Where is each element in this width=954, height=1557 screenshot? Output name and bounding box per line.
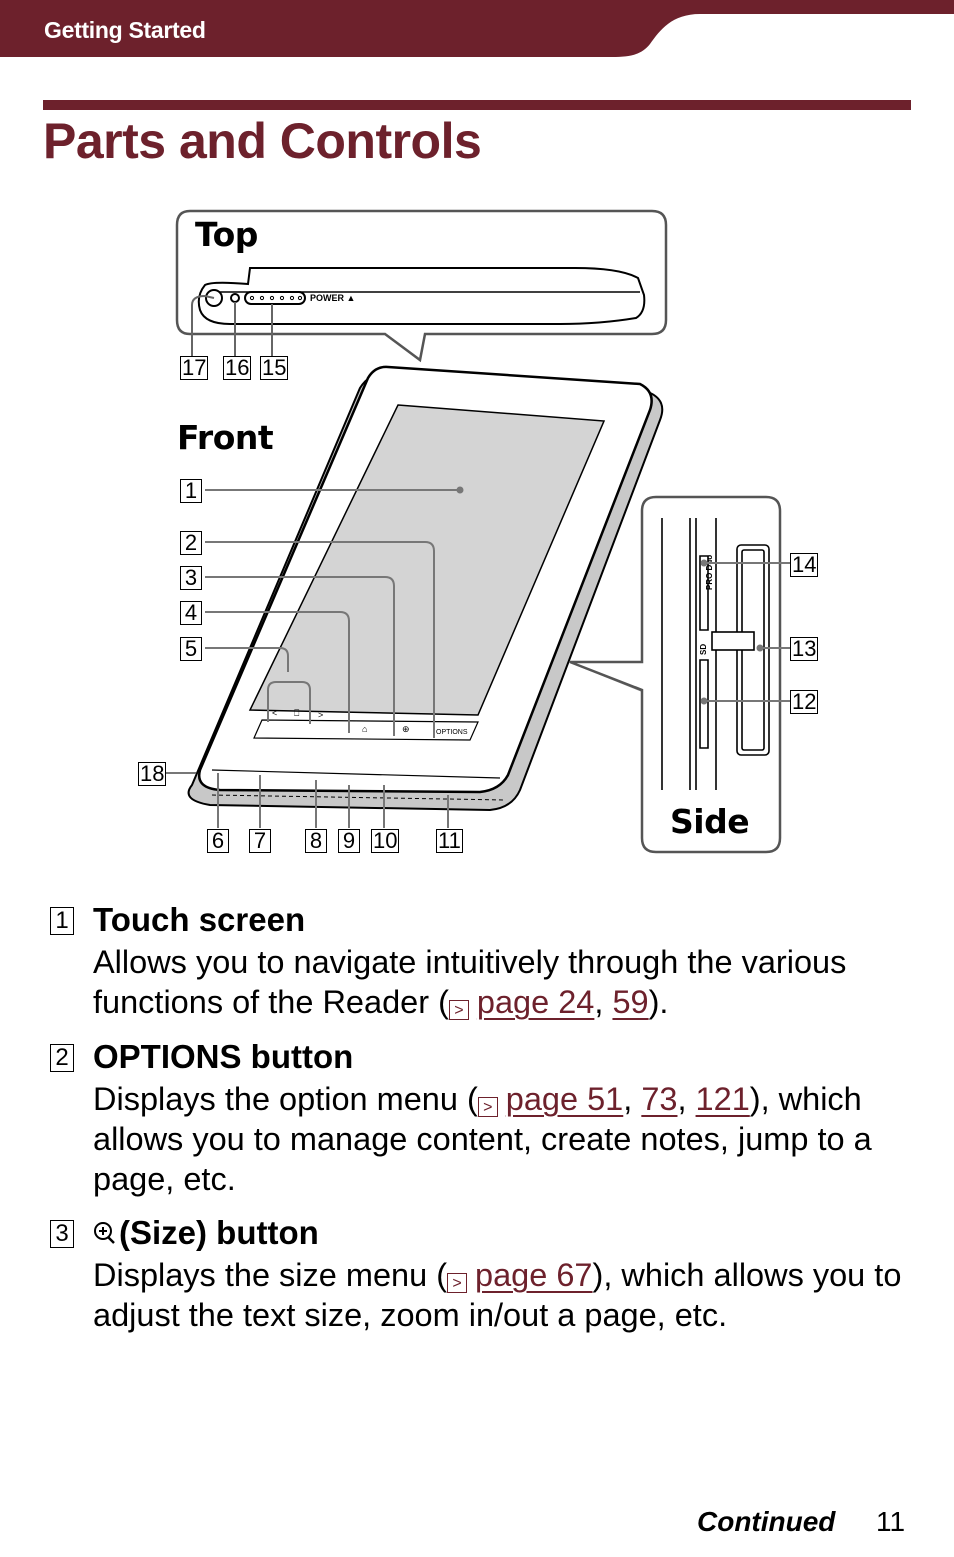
device-top-profile: [197, 267, 646, 325]
page-link[interactable]: 121: [696, 1081, 750, 1117]
callout-12: 12: [790, 689, 819, 714]
item-title: (Size) button: [93, 1214, 319, 1254]
callout-6: 6: [207, 829, 229, 853]
item-body-text: Displays the option menu (: [93, 1081, 478, 1117]
book-glyph: ⎕: [294, 708, 300, 718]
side-view-label: Side: [670, 802, 750, 841]
page-number: 11: [876, 1506, 906, 1537]
item-body: Displays the option menu (> page 51, 73, …: [93, 1081, 872, 1197]
page-link[interactable]: 59: [612, 984, 648, 1020]
item-number: 1: [50, 907, 74, 935]
item-body: Allows you to navigate intuitively throu…: [93, 944, 847, 1020]
item-number: 2: [50, 1044, 74, 1072]
pro-duo-marking: PRO Duo: [705, 555, 714, 590]
callout-13: 13: [790, 636, 819, 661]
callout-2: 2: [180, 531, 202, 555]
prev-page-glyph: <: [272, 708, 277, 718]
options-glyph: OPTIONS: [436, 729, 468, 736]
callout-8: 8: [305, 829, 327, 853]
callout-10: 10: [371, 828, 400, 853]
size-zoom-icon: [93, 1216, 119, 1254]
header-band: Getting Started: [0, 0, 954, 58]
sd-marking: SD: [699, 644, 708, 655]
callout-1: 1: [180, 479, 202, 503]
next-page-glyph: >: [318, 710, 323, 720]
power-marking: POWER ▲: [310, 293, 355, 303]
callout-16: 16: [223, 355, 252, 380]
callout-11: 11: [436, 828, 463, 853]
item-body-text: Allows you to navigate intuitively throu…: [93, 944, 847, 1020]
device-diagram: POWER ▲ < ⎕ > ⌂ ⊕ OPTIONS PRO Duo SD Top…: [0, 200, 954, 870]
item-number: 3: [50, 1220, 74, 1248]
home-glyph: ⌂: [362, 724, 367, 734]
size-glyph: ⊕: [402, 724, 410, 734]
callout-15: 15: [260, 355, 289, 380]
item-title-text: (Size) button: [119, 1214, 319, 1251]
item-body-text: ).: [648, 984, 669, 1020]
page-link[interactable]: 73: [641, 1081, 677, 1117]
callout-7: 7: [249, 829, 271, 853]
page-link[interactable]: page 24: [477, 984, 594, 1020]
callout-18: 18: [138, 761, 167, 786]
callout-9: 9: [338, 829, 360, 853]
front-view-label: Front: [177, 418, 274, 457]
callout-17: 17: [180, 355, 209, 380]
section-label: Getting Started: [44, 17, 206, 43]
page-ref-icon: >: [448, 1000, 469, 1020]
item-body: Displays the size menu (> page 67), which…: [93, 1255, 923, 1335]
callout-3: 3: [180, 566, 202, 590]
page-title: Parts and Controls: [43, 113, 482, 169]
page-link[interactable]: page 51: [506, 1081, 623, 1117]
page-link[interactable]: page 67: [475, 1257, 592, 1293]
callout-5: 5: [180, 637, 202, 661]
callout-14: 14: [790, 552, 819, 577]
page-ref-icon: >: [477, 1097, 498, 1117]
page-ref-icon: >: [447, 1273, 468, 1293]
top-view-label: Top: [195, 215, 258, 254]
item-body-text: Displays the size menu (: [93, 1257, 448, 1293]
item-title: OPTIONS button: [93, 1038, 354, 1075]
callout-4: 4: [180, 601, 202, 625]
title-rule: [43, 100, 911, 110]
item-title: Touch screen: [93, 901, 306, 938]
continued-label: Continued: [697, 1506, 836, 1537]
